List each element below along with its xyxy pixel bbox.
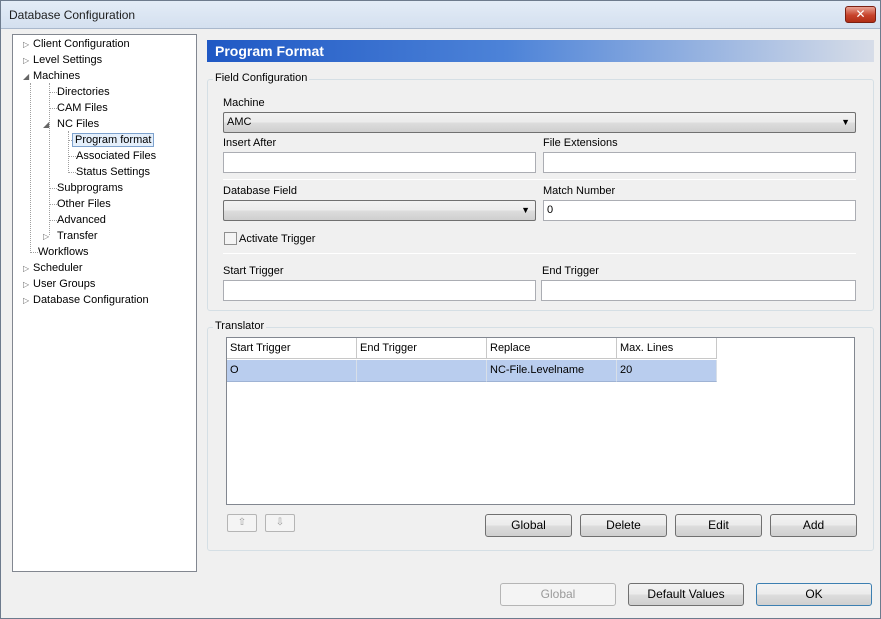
table-cell[interactable]: O [227,360,357,382]
tree-item-status-settings[interactable]: Status Settings [76,164,150,180]
tree-item-other-files[interactable]: Other Files [57,196,111,212]
tree-item-cam-files[interactable]: CAM Files [57,100,108,116]
tree-item-nc-files[interactable]: ◢ NC Files [43,116,99,132]
expand-arrow-icon[interactable]: ▷ [23,277,33,293]
dropdown-arrow-icon: ▼ [841,117,850,127]
file-extensions-input[interactable] [543,152,856,173]
separator [223,179,856,180]
title-bar: Database Configuration ✕ [1,1,880,29]
translator-global-button[interactable]: Global [485,514,572,537]
column-header-start-trigger[interactable]: Start Trigger [227,338,357,359]
database-field-dropdown[interactable]: ▼ [223,200,536,221]
tree-connector [49,92,57,93]
tree-connector [49,220,57,221]
move-down-button[interactable]: ⇩ [265,514,295,532]
tree-item-workflows[interactable]: Workflows [38,244,89,260]
tree-connector [30,83,31,253]
machine-dropdown[interactable]: AMC ▼ [223,112,856,133]
expand-arrow-icon[interactable]: ▷ [23,261,33,277]
tree-item-directories[interactable]: Directories [57,84,110,100]
page-title: Program Format [207,40,874,62]
match-number-label: Match Number [543,185,616,197]
tree-item-associated-files[interactable]: Associated Files [76,148,156,164]
tree-item-program-format[interactable]: Program format [72,132,155,148]
table-cell[interactable]: 20 [617,360,717,382]
table-cell[interactable] [357,360,487,382]
start-trigger-input[interactable] [223,280,536,301]
ok-button[interactable]: OK [756,583,872,606]
end-trigger-input[interactable] [541,280,856,301]
translator-table[interactable]: Start Trigger End Trigger Replace Max. L… [226,337,855,505]
tree-item-transfer[interactable]: ▷ Transfer [43,228,98,244]
edit-button[interactable]: Edit [675,514,762,537]
add-button[interactable]: Add [770,514,857,537]
field-configuration-title: Field Configuration [213,72,310,84]
collapse-arrow-icon[interactable]: ◢ [43,117,53,133]
tree-item-user-groups[interactable]: ▷ User Groups [23,276,95,292]
database-field-label: Database Field [223,185,297,197]
tree-item-subprograms[interactable]: Subprograms [57,180,123,196]
activate-trigger-checkbox[interactable] [224,232,237,245]
arrow-down-icon: ⇩ [275,517,285,528]
separator [223,253,856,254]
expand-arrow-icon[interactable]: ▷ [23,37,33,53]
table-cell[interactable]: NC-File.Levelname [487,360,617,382]
expand-arrow-icon[interactable]: ▷ [23,293,33,309]
tree-connector [49,83,50,235]
arrow-up-icon: ⇧ [237,517,247,528]
column-header-end-trigger[interactable]: End Trigger [357,338,487,359]
close-button[interactable]: ✕ [845,6,876,23]
tree-item-level-settings[interactable]: ▷ Level Settings [23,52,102,68]
window-title: Database Configuration [9,8,136,22]
tree-connector [68,156,76,157]
navigation-tree[interactable]: ▷ Client Configuration ▷ Level Settings ◢ M… [12,34,197,572]
tree-connector [49,108,57,109]
tree-connector [68,172,76,173]
move-up-button[interactable]: ⇧ [227,514,257,532]
tree-connector [68,131,69,171]
machine-value: AMC [227,116,252,128]
tree-connector [49,204,57,205]
start-trigger-label: Start Trigger [223,265,284,277]
global-button[interactable]: Global [500,583,616,606]
insert-after-input[interactable] [223,152,536,173]
delete-button[interactable]: Delete [580,514,667,537]
tree-item-advanced[interactable]: Advanced [57,212,106,228]
activate-trigger-label: Activate Trigger [239,233,316,245]
expand-arrow-icon[interactable]: ▷ [43,229,53,245]
end-trigger-label: End Trigger [542,265,599,277]
tree-item-client-configuration[interactable]: ▷ Client Configuration [23,36,130,52]
insert-after-label: Insert After [223,137,277,149]
machine-label: Machine [223,97,265,109]
collapse-arrow-icon[interactable]: ◢ [23,69,33,85]
translator-title: Translator [213,320,267,332]
match-number-input[interactable]: 0 [543,200,856,221]
dialog-window: Database Configuration ✕ ▷ Client Configu… [0,0,881,619]
default-values-button[interactable]: Default Values [628,583,744,606]
tree-item-database-configuration[interactable]: ▷ Database Configuration [23,292,149,308]
tree-connector [49,188,57,189]
tree-item-machines[interactable]: ◢ Machines [23,68,80,84]
column-header-max-lines[interactable]: Max. Lines [617,338,717,359]
file-extensions-label: File Extensions [543,137,618,149]
dropdown-arrow-icon: ▼ [521,205,530,215]
column-header-replace[interactable]: Replace [487,338,617,359]
tree-item-scheduler[interactable]: ▷ Scheduler [23,260,83,276]
expand-arrow-icon[interactable]: ▷ [23,53,33,69]
tree-connector [30,252,38,253]
